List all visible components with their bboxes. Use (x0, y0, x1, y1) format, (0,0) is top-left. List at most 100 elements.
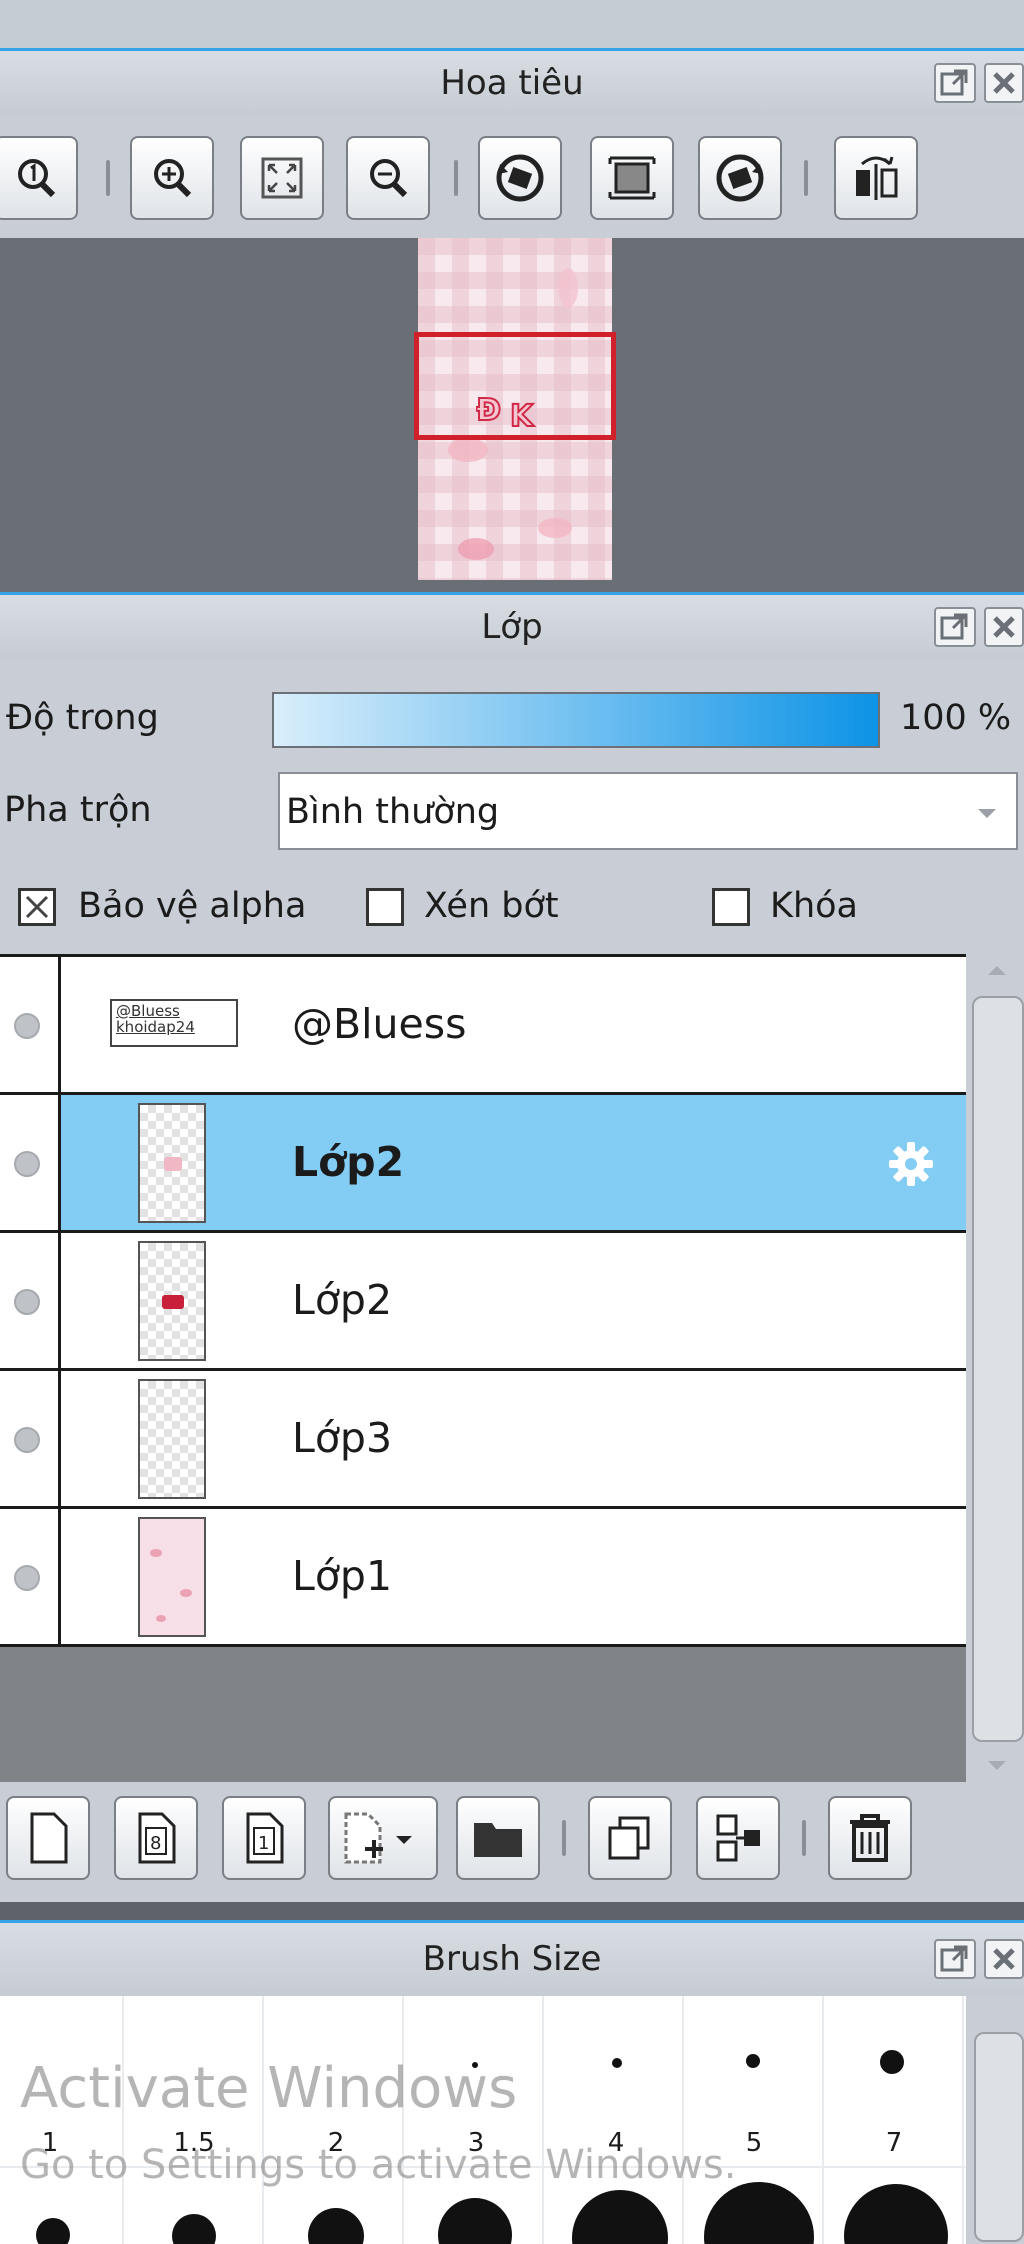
activation-watermark-subtitle: Go to Settings to activate Windows. (20, 2142, 737, 2188)
new-8bit-layer-icon[interactable]: 8 (114, 1796, 198, 1880)
svg-text:8: 8 (150, 1833, 161, 1854)
clip-label: Xén bớt (424, 886, 559, 926)
lock-label: Khóa (770, 886, 858, 926)
delete-layer-icon[interactable] (828, 1796, 912, 1880)
blend-mode-label: Pha trộn (4, 790, 152, 830)
visibility-icon[interactable] (14, 1565, 40, 1591)
scrollbar-thumb[interactable] (974, 2032, 1024, 2242)
protect-alpha-label: Bảo vệ alpha (78, 886, 307, 926)
toolbar-separator (802, 1820, 806, 1856)
opacity-value: 100 % (900, 698, 1012, 738)
layer-properties: Độ trong 100 % Pha trộn Bình thường Bảo … (0, 660, 1024, 954)
protect-alpha-checkbox[interactable] (18, 888, 56, 926)
layer-thumbnail (138, 1517, 206, 1637)
brush-preset-preview[interactable] (746, 2054, 760, 2068)
brush-size-grid: 1 1.5 2 3 4 5 7 Activate Windows Go to S… (0, 1996, 1024, 2244)
petal-decoration (448, 438, 488, 462)
brush-preset-preview[interactable] (880, 2050, 904, 2074)
opacity-label: Độ trong (6, 698, 159, 738)
navigator-toolbar (0, 116, 1024, 238)
row-divider (58, 1233, 61, 1368)
brush-size-label: 5 (745, 2128, 763, 2158)
navigator-view-frame[interactable] (414, 332, 616, 440)
layer-list: @Bluess khoidap24 @Bluess Lớp2 Lớp2 Lớp3 (0, 954, 1024, 1782)
brush-scrollbar[interactable] (966, 1996, 1024, 2244)
rotate-right-icon[interactable] (698, 136, 782, 220)
toolbar-separator (804, 160, 808, 196)
chevron-down-icon (976, 806, 998, 825)
close-icon[interactable] (984, 1939, 1024, 1979)
layers-header: Lớp (0, 592, 1024, 660)
new-folder-icon[interactable] (456, 1796, 540, 1880)
merge-down-icon[interactable] (696, 1796, 780, 1880)
rotate-left-icon[interactable] (478, 136, 562, 220)
brush-size-title: Brush Size (422, 1939, 602, 1979)
layer-thumbnail: @Bluess khoidap24 (110, 999, 238, 1047)
toolbar-separator (106, 160, 110, 196)
layer-thumbnail (138, 1241, 206, 1361)
layer-row-selected[interactable]: Lớp2 (0, 1095, 966, 1233)
visibility-icon[interactable] (14, 1151, 40, 1177)
layer-thumbnail-text: @Bluess khoidap24 (116, 1002, 195, 1036)
layer-thumbnail (138, 1103, 206, 1223)
gear-icon[interactable] (886, 1139, 936, 1193)
visibility-icon[interactable] (14, 1427, 40, 1453)
activation-watermark-title: Activate Windows (20, 2056, 518, 2121)
popout-icon[interactable] (934, 1939, 976, 1979)
layer-row[interactable]: Lớp1 (0, 1509, 966, 1647)
new-layer-icon[interactable] (6, 1796, 90, 1880)
layer-name: @Bluess (292, 1000, 467, 1048)
brush-preset-preview[interactable] (36, 2218, 70, 2244)
layers-title: Lớp (481, 607, 543, 647)
scrollbar-thumb[interactable] (972, 996, 1024, 1742)
popout-icon[interactable] (934, 607, 976, 647)
new-1bit-layer-icon[interactable]: 1 (222, 1796, 306, 1880)
brush-size-label: 7 (885, 2128, 903, 2158)
brush-size-header: Brush Size (0, 1920, 1024, 1996)
layer-toolbar: 8 1 (0, 1782, 1024, 1902)
navigator-title: Hoa tiêu (440, 63, 584, 103)
visibility-icon[interactable] (14, 1013, 40, 1039)
toolbar-separator (562, 1820, 566, 1856)
add-layer-menu-icon[interactable] (328, 1796, 438, 1880)
fit-window-icon[interactable] (240, 136, 324, 220)
blend-mode-value: Bình thường (286, 792, 500, 832)
close-icon[interactable] (984, 63, 1024, 103)
panel-divider (0, 1902, 1024, 1920)
svg-text:1: 1 (258, 1833, 269, 1854)
layer-row[interactable]: Lớp3 (0, 1371, 966, 1509)
navigator-preview-area[interactable]: ĐK (0, 238, 1024, 592)
layer-scrollbar[interactable] (966, 954, 1024, 1782)
zoom-out-icon[interactable] (346, 136, 430, 220)
scroll-up-icon[interactable] (986, 962, 1008, 981)
layer-name: Lớp2 (292, 1276, 393, 1324)
brush-preset-preview[interactable] (612, 2058, 622, 2068)
zoom-actual-icon[interactable] (0, 136, 78, 220)
opacity-slider[interactable] (272, 692, 880, 748)
row-divider (58, 1371, 61, 1506)
toolbar-separator (454, 160, 458, 196)
layer-thumbnail (138, 1379, 206, 1499)
popout-icon[interactable] (934, 63, 976, 103)
duplicate-layer-icon[interactable] (588, 1796, 672, 1880)
flip-icon[interactable] (834, 136, 918, 220)
fit-frame-icon[interactable] (590, 136, 674, 220)
visibility-icon[interactable] (14, 1289, 40, 1315)
blend-mode-select[interactable]: Bình thường (278, 772, 1018, 850)
layer-name: Lớp3 (292, 1414, 393, 1462)
scroll-down-icon[interactable] (986, 1758, 1008, 1777)
row-divider (58, 1509, 61, 1644)
row-divider (58, 1095, 61, 1230)
layer-name: Lớp2 (292, 1138, 405, 1186)
zoom-in-icon[interactable] (130, 136, 214, 220)
layer-row[interactable]: Lớp2 (0, 1233, 966, 1371)
petal-decoration (538, 518, 572, 538)
navigator-header: Hoa tiêu (0, 48, 1024, 116)
layer-row[interactable]: @Bluess khoidap24 @Bluess (0, 957, 966, 1095)
lock-checkbox[interactable] (712, 888, 750, 926)
clip-checkbox[interactable] (366, 888, 404, 926)
row-divider (58, 957, 61, 1092)
close-icon[interactable] (984, 607, 1024, 647)
petal-decoration (458, 538, 494, 560)
petal-decoration (558, 268, 578, 308)
